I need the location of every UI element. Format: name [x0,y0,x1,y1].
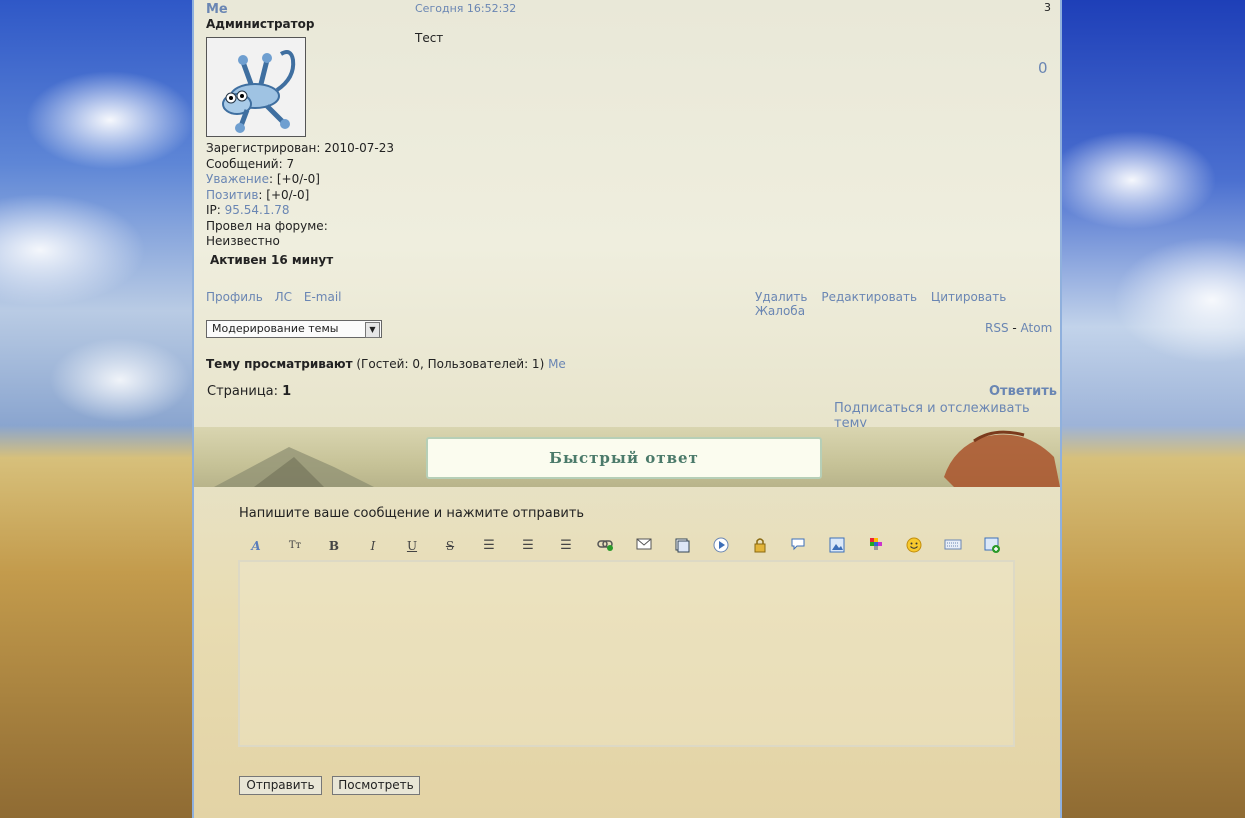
link-icon[interactable] [596,537,614,555]
post-rating[interactable]: 0 [1038,59,1048,77]
video-icon[interactable] [712,537,730,555]
ip-label: IP: [206,203,221,217]
message-textarea[interactable] [238,560,1015,747]
forum-time-label: Провел на форуме: [206,218,328,233]
topic-viewers: Тему просматривают (Гостей: 0, Пользоват… [206,357,566,371]
messages-label: Сообщений: [206,156,283,171]
ip-link[interactable]: 95.54.1.78 [225,203,290,217]
feeds: RSS - Atom [985,321,1052,335]
user-actions: Профиль ЛС E-mail [206,290,349,304]
edit-link[interactable]: Редактировать [821,290,917,304]
quick-reply-hint: Напишите ваше сообщение и нажмите отправ… [239,506,585,521]
positive-value: : [+0/-0] [258,187,310,202]
registered-label: Зарегистрирован: [206,141,321,155]
image-icon[interactable] [828,537,846,555]
post-date: Сегодня 16:52:32 [415,2,517,15]
moderation-select-value: Модерирование темы [212,322,339,335]
pm-link[interactable]: ЛС [275,290,292,304]
post-author-rank: Администратор [206,17,315,31]
viewers-counts: (Гостей: 0, Пользователей: 1) [352,357,549,371]
background-right [1062,0,1245,818]
align-right-icon[interactable]: ☰ [557,537,575,555]
quote-link[interactable]: Цитировать [931,290,1006,304]
bold-icon[interactable]: B [325,537,343,555]
add-image-icon[interactable] [983,537,1001,555]
feeds-separator: - [1008,321,1021,335]
lizard-avatar-image [207,38,305,136]
rss-link[interactable]: RSS [985,321,1009,335]
strikethrough-icon[interactable]: S [441,537,459,555]
forum-time-value: Неизвестно [206,234,280,248]
reply-link[interactable]: Ответить [989,384,1057,399]
post-number[interactable]: 3 [1044,1,1051,14]
active-status: Активен 16 минут [210,253,334,267]
code-icon[interactable] [673,537,691,555]
align-center-icon[interactable]: ☰ [519,537,537,555]
email-icon[interactable] [635,537,653,555]
pagination: Страница: 1 [207,384,291,399]
email-link[interactable]: E-mail [304,290,342,304]
font-color-icon[interactable]: A [247,537,265,555]
registered-date: 2010-07-23 [324,141,395,155]
profile-link[interactable]: Профиль [206,290,263,304]
font-size-icon[interactable]: Tт [286,537,304,555]
delete-link[interactable]: Удалить [755,290,808,304]
viewer-user-link[interactable]: Me [548,357,566,371]
pagination-label: Страница: [207,384,283,399]
respect-value: : [+0/-0] [268,172,320,186]
italic-icon[interactable]: I [364,537,382,555]
post-author-name[interactable]: Me [206,2,228,17]
background-left [0,0,192,818]
atom-link[interactable]: Atom [1021,321,1053,335]
moderation-select[interactable]: Модерирование темы ▼ [206,320,382,338]
align-left-icon[interactable]: ☰ [480,537,498,555]
report-link[interactable]: Жалоба [755,304,805,318]
chevron-down-icon[interactable]: ▼ [365,322,380,338]
respect-link[interactable]: Уважение [206,172,269,186]
pagination-current: 1 [282,384,292,399]
hide-icon[interactable] [751,537,769,555]
underline-icon[interactable]: U [403,537,421,555]
avatar [206,37,306,137]
quote-icon[interactable] [789,537,807,555]
messages-count: 7 [286,156,295,171]
forum-content: Me Администратор Зарегистрирован: 2010-0… [192,0,1062,818]
quick-reply-title: Быстрый ответ [426,437,822,479]
user-info: Зарегистрирован: 2010-07-23 Сообщений: 7… [206,141,394,250]
positive-link[interactable]: Позитив [206,188,258,202]
smiley-icon[interactable] [905,537,923,555]
color-icon[interactable] [867,537,885,555]
post-actions: Удалить Редактировать Цитировать Жалоба [745,290,1060,318]
keyboard-icon[interactable] [944,537,962,555]
viewers-label: Тему просматривают [206,357,353,371]
preview-button[interactable]: Посмотреть [332,776,420,795]
send-button[interactable]: Отправить [239,776,322,795]
post-text: Тест [415,31,444,45]
quick-reply-banner: Быстрый ответ [194,427,1060,487]
